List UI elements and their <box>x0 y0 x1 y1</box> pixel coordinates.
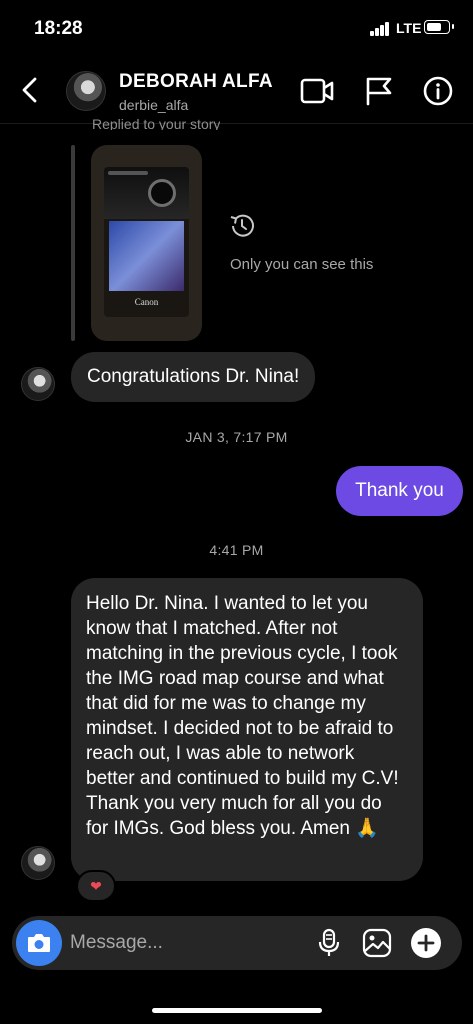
more-button[interactable] <box>410 927 442 959</box>
video-call-icon <box>300 78 334 104</box>
heart-reaction[interactable]: ❤ <box>76 870 116 902</box>
incoming-message[interactable]: Congratulations Dr. Nina! <box>71 352 316 402</box>
back-icon <box>22 77 37 103</box>
contact-name[interactable]: DEBORAH ALFA <box>119 71 273 93</box>
story-preview[interactable]: Canon <box>91 145 202 341</box>
signal-icon <box>370 22 390 36</box>
contact-username[interactable]: derbie_alfa <box>119 97 188 113</box>
battery-level <box>427 23 441 31</box>
plus-icon <box>411 928 441 958</box>
story-reply-label: Replied to your story <box>92 116 221 130</box>
visibility-note: Only you can see this <box>230 256 374 273</box>
camera-icon <box>28 934 50 952</box>
back-button[interactable] <box>18 72 44 108</box>
chat-header: DEBORAH ALFA derbie_alfa <box>0 58 473 124</box>
gallery-icon <box>362 928 392 958</box>
message-timestamp: JAN 3, 7:17 PM <box>185 429 288 445</box>
message-input[interactable] <box>70 916 300 970</box>
camera-image <box>104 167 189 219</box>
story-brand-text: Canon <box>134 297 159 307</box>
voice-button[interactable] <box>313 927 345 959</box>
gallery-button[interactable] <box>361 927 393 959</box>
outgoing-message[interactable]: Thank you <box>336 466 463 516</box>
status-time: 18:28 <box>34 18 83 39</box>
history-icon <box>228 212 256 240</box>
avatar[interactable] <box>66 71 106 111</box>
message-composer <box>12 916 462 970</box>
incoming-message[interactable]: Hello Dr. Nina. I wanted to let you know… <box>71 578 423 881</box>
status-bar: 18:28 LTE <box>0 0 473 58</box>
avatar[interactable] <box>21 846 55 880</box>
network-type: LTE <box>396 20 422 36</box>
home-indicator[interactable] <box>152 1008 322 1013</box>
story-image: Canon <box>104 167 189 317</box>
microphone-icon <box>318 928 340 956</box>
info-icon <box>423 76 453 106</box>
info-button[interactable] <box>421 76 455 106</box>
report-button[interactable] <box>363 76 397 106</box>
flag-icon <box>366 77 392 106</box>
battery-icon <box>424 20 454 34</box>
avatar[interactable] <box>21 367 55 401</box>
reply-quote-bar <box>71 145 75 341</box>
camera-screen <box>109 221 184 291</box>
camera-button[interactable] <box>16 920 62 966</box>
message-timestamp: 4:41 PM <box>209 542 264 558</box>
video-call-button[interactable] <box>300 76 334 106</box>
